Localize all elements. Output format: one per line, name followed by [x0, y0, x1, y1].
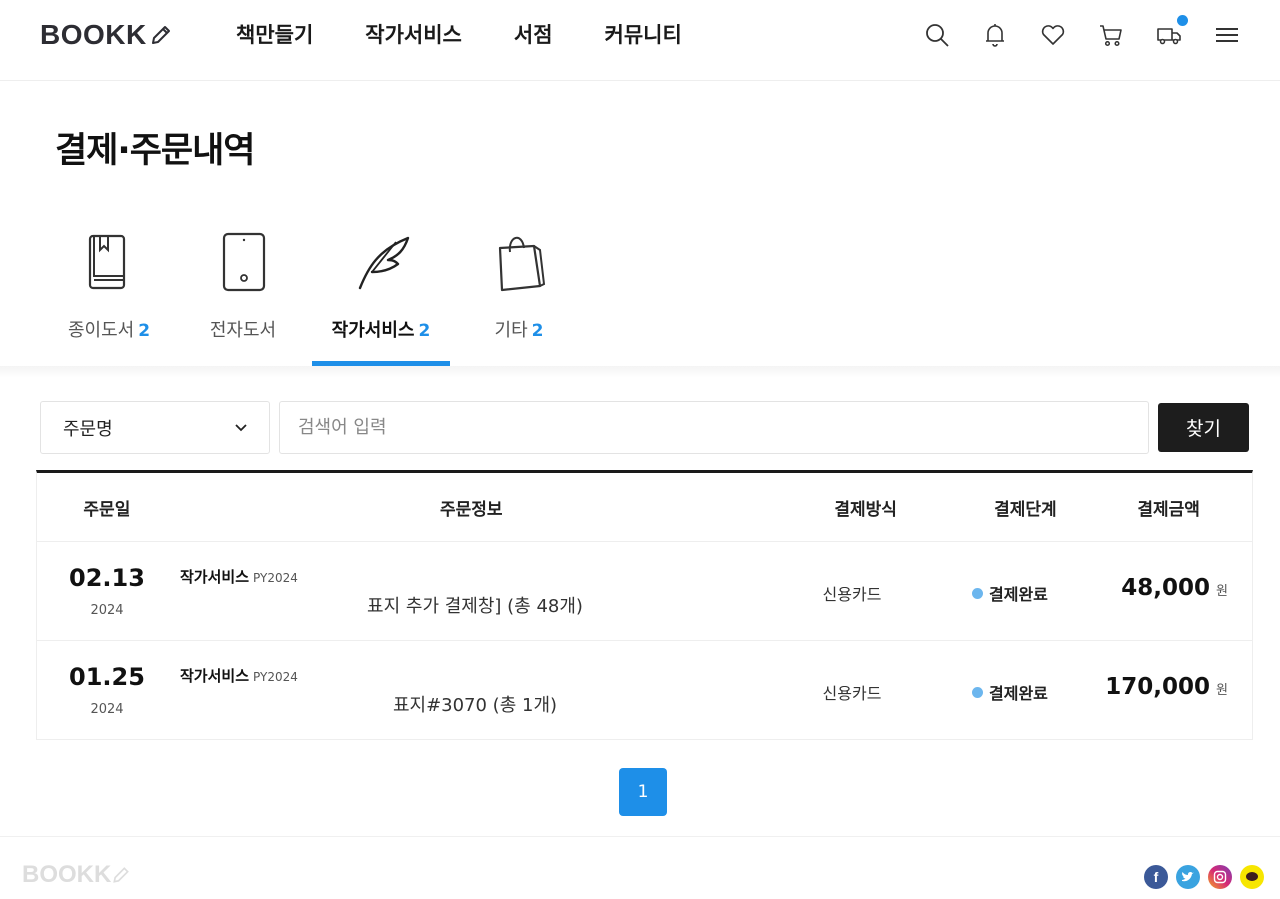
logo-text: BOOKK — [40, 19, 147, 50]
tab-label: 전자도서 — [209, 320, 277, 341]
tab-etc[interactable]: 기타 2 — [450, 226, 588, 366]
tab-ebooks[interactable]: 전자도서 — [174, 226, 312, 366]
tab-count: 2 — [138, 321, 151, 341]
status-dot — [972, 587, 983, 599]
order-date: 01.25 — [69, 663, 145, 691]
col-payment-stage: 결제단계 — [994, 499, 1057, 520]
kakaotalk-icon[interactable] — [1240, 865, 1264, 889]
social-links: f — [1144, 865, 1264, 889]
tablet-icon — [222, 232, 266, 292]
bell-icon[interactable] — [982, 22, 1008, 48]
heart-icon[interactable] — [1040, 22, 1066, 48]
order-category: 작가서비스 PY2024 — [180, 667, 298, 685]
order-code: PY2024 — [253, 670, 298, 684]
order-title[interactable]: 표지#3070 (총 1개) — [180, 691, 770, 717]
nav-community[interactable]: 커뮤니티 — [605, 20, 682, 50]
nav-book-making[interactable]: 책만들기 — [236, 20, 313, 50]
chevron-down-icon — [235, 423, 247, 431]
site-header: BOOKK 책만들기 작가서비스 서점 커뮤니티 — [0, 0, 1280, 81]
quill-icon — [358, 236, 410, 290]
order-date: 02.13 — [69, 564, 145, 592]
col-order-info: 주문정보 — [440, 499, 503, 520]
select-value: 주문명 — [63, 418, 113, 440]
main-nav: 책만들기 작가서비스 서점 커뮤니티 — [236, 20, 734, 50]
search-icon[interactable] — [924, 22, 950, 48]
col-payment-amount: 결제금액 — [1137, 499, 1200, 520]
status-dot — [972, 686, 983, 698]
table-row[interactable]: 02.13 2024 작가서비스 PY2024 표지 추가 결제창] (총 48개… — [37, 542, 1252, 641]
tab-label: 종이도서 2 — [67, 320, 151, 341]
order-code: PY2024 — [253, 571, 298, 585]
payment-method: 신용카드 — [822, 684, 882, 703]
table-row[interactable]: 01.25 2024 작가서비스 PY2024 표지#3070 (총 1개) 신용… — [37, 641, 1252, 740]
pencil-icon — [151, 26, 170, 44]
section-divider — [0, 366, 1280, 378]
payment-amount: 170,000 원 — [1105, 674, 1228, 700]
order-year: 2024 — [90, 603, 124, 618]
nav-bookstore[interactable]: 서점 — [514, 20, 553, 50]
footer-logo-text: BOOKK — [22, 861, 112, 888]
instagram-icon[interactable] — [1208, 865, 1232, 889]
search-bar: 주문명 찾기 — [40, 401, 1250, 454]
payment-method: 신용카드 — [822, 585, 882, 604]
truck-icon[interactable] — [1156, 15, 1188, 48]
header-icons — [924, 15, 1240, 48]
tab-label: 기타 2 — [494, 320, 544, 341]
page-title: 결제·주문내역 — [55, 131, 255, 171]
order-title[interactable]: 표지 추가 결제창] (총 48개) — [180, 592, 770, 618]
book-icon — [88, 234, 126, 290]
category-tabs: 종이도서 2 전자도서 작가서비스 2 기타 2 — [40, 226, 560, 366]
notification-dot — [1177, 15, 1188, 26]
shopping-bag-icon — [498, 237, 546, 292]
tab-count: 2 — [418, 321, 431, 341]
tab-label: 작가서비스 2 — [331, 320, 431, 341]
page-button-current[interactable]: 1 — [619, 768, 667, 816]
payment-amount: 48,000 원 — [1121, 575, 1228, 601]
currency-unit: 원 — [1216, 584, 1228, 599]
menu-icon[interactable] — [1214, 22, 1240, 48]
facebook-icon[interactable]: f — [1144, 865, 1168, 889]
orders-table: 주문일 주문정보 결제방식 결제단계 결제금액 02.13 2024 작가서비스… — [36, 470, 1253, 740]
bookk-logo[interactable]: BOOKK — [40, 18, 173, 52]
tab-author-services[interactable]: 작가서비스 2 — [312, 226, 450, 366]
nav-author-services[interactable]: 작가서비스 — [365, 20, 462, 50]
order-year: 2024 — [90, 702, 124, 717]
col-order-date: 주문일 — [83, 499, 131, 520]
col-payment-method: 결제방식 — [834, 499, 897, 520]
payment-stage: 결제완료 — [972, 680, 1048, 704]
twitter-icon[interactable] — [1176, 865, 1200, 889]
tab-paper-books[interactable]: 종이도서 2 — [40, 226, 178, 366]
pencil-icon — [113, 867, 130, 883]
table-header: 주문일 주문정보 결제방식 결제단계 결제금액 — [37, 473, 1252, 542]
search-type-select[interactable]: 주문명 — [40, 401, 270, 454]
search-button[interactable]: 찾기 — [1158, 403, 1249, 452]
order-category: 작가서비스 PY2024 — [180, 568, 298, 586]
site-footer: BOOKK f — [0, 836, 1280, 899]
footer-logo[interactable]: BOOKK — [22, 861, 131, 889]
currency-unit: 원 — [1216, 683, 1228, 698]
tab-count: 2 — [531, 321, 544, 341]
search-input[interactable] — [279, 401, 1149, 454]
payment-stage: 결제완료 — [972, 581, 1048, 605]
cart-icon[interactable] — [1098, 22, 1124, 48]
